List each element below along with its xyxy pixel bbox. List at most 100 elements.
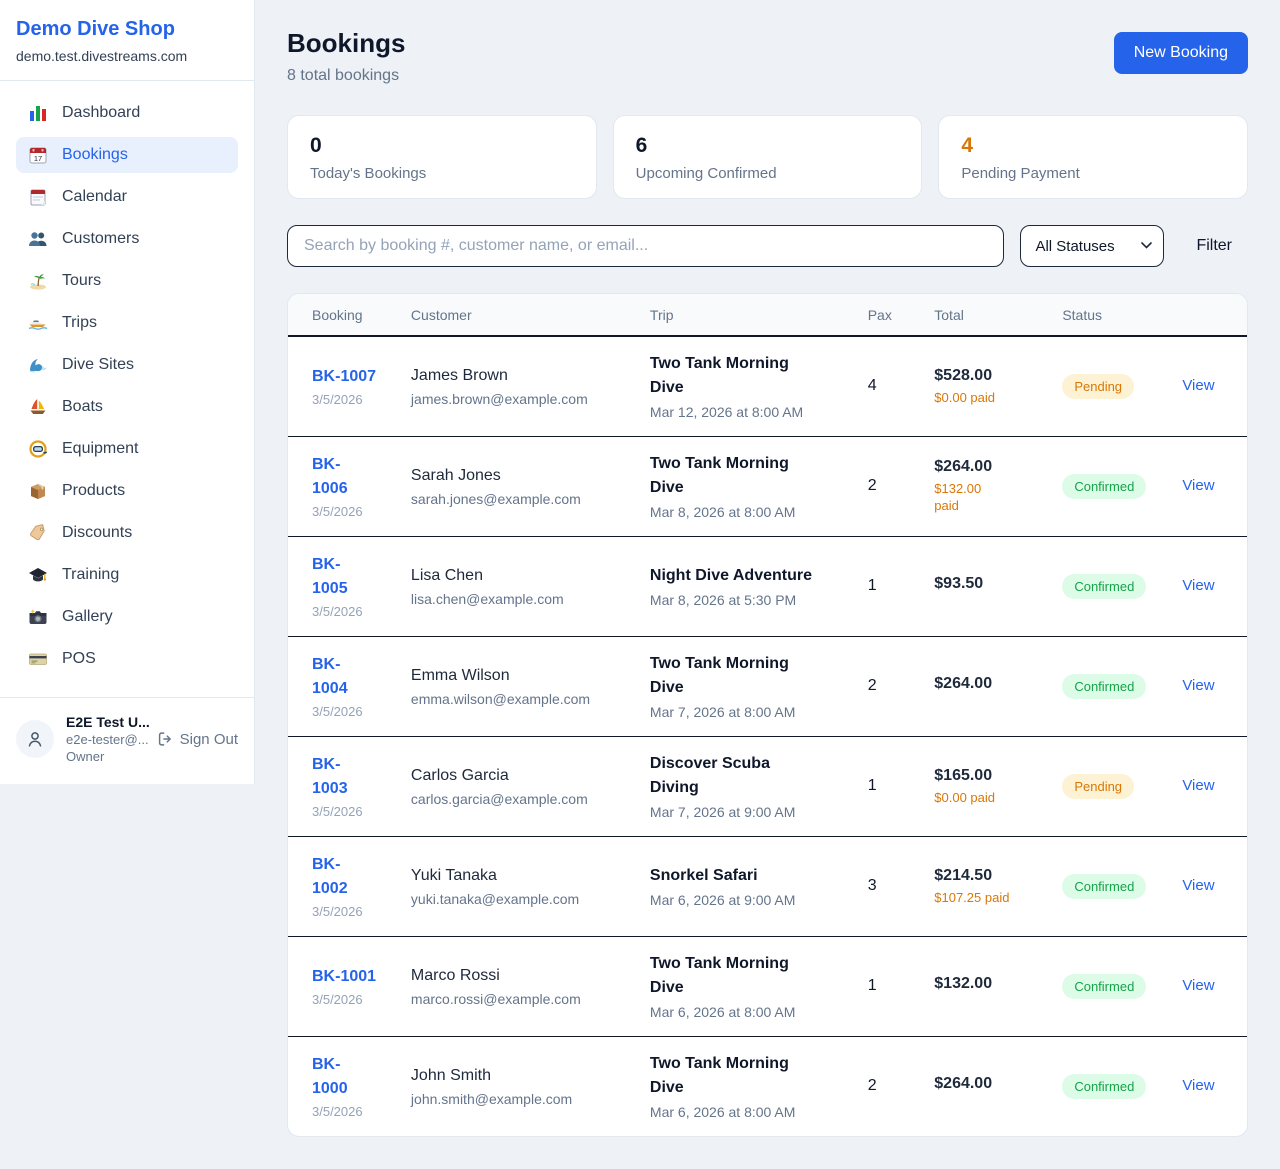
- view-link[interactable]: View: [1182, 1077, 1214, 1094]
- booking-id-link[interactable]: BK- 1005: [312, 553, 387, 601]
- customer-email: marco.rossi@example.com: [411, 991, 626, 1007]
- booking-id-link[interactable]: BK-1007: [312, 365, 387, 389]
- sidebar-item-dive-sites[interactable]: Dive Sites: [16, 347, 238, 383]
- pax-count: 3: [856, 836, 923, 936]
- sidebar-item-dashboard[interactable]: Dashboard: [16, 95, 238, 131]
- sidebar-item-boats[interactable]: Boats: [16, 389, 238, 425]
- credit-card-icon: [28, 649, 48, 669]
- sidebar-item-training[interactable]: Training: [16, 557, 238, 593]
- view-link[interactable]: View: [1182, 777, 1214, 794]
- sign-out-label: Sign Out: [180, 731, 238, 748]
- sign-out-button[interactable]: Sign Out: [156, 730, 238, 748]
- booking-date: 3/5/2026: [312, 904, 387, 919]
- page-title: Bookings: [287, 28, 405, 59]
- booking-id-link[interactable]: BK- 1000: [312, 1053, 387, 1101]
- sidebar-item-discounts[interactable]: Discounts: [16, 515, 238, 551]
- stat-label: Pending Payment: [961, 165, 1225, 182]
- page-header: Bookings 8 total bookings New Booking: [287, 28, 1248, 85]
- sidebar-item-tours[interactable]: Tours: [16, 263, 238, 299]
- customer-email: emma.wilson@example.com: [411, 691, 626, 707]
- status-select[interactable]: All Statuses: [1020, 225, 1164, 267]
- app-root: Demo Dive Shop demo.test.divestreams.com…: [0, 0, 1280, 1169]
- table-row: BK- 10043/5/2026 Emma Wilsonemma.wilson@…: [288, 636, 1247, 736]
- table-row: BK- 10003/5/2026 John Smithjohn.smith@ex…: [288, 1036, 1247, 1136]
- booking-id-link[interactable]: BK- 1003: [312, 753, 387, 801]
- shop-title: Demo Dive Shop: [16, 18, 238, 41]
- sidebar-header: Demo Dive Shop demo.test.divestreams.com: [0, 0, 254, 81]
- trip-name: Night Dive Adventure: [650, 564, 844, 588]
- customer-email: john.smith@example.com: [411, 1091, 626, 1107]
- sidebar-user-footer: E2E Test U... e2e-tester@... Owner Sign …: [0, 697, 254, 784]
- tag-icon: [28, 523, 48, 543]
- view-link[interactable]: View: [1182, 577, 1214, 594]
- trip-name: Two Tank Morning Dive: [650, 952, 844, 1000]
- sidebar-item-calendar[interactable]: Calendar: [16, 179, 238, 215]
- sidebar-item-equipment[interactable]: Equipment: [16, 431, 238, 467]
- sidebar-item-label: Products: [62, 482, 125, 500]
- total-amount: $528.00: [934, 367, 1038, 385]
- page-header-text: Bookings 8 total bookings: [287, 28, 405, 85]
- view-link[interactable]: View: [1182, 477, 1214, 494]
- stat-card-upcoming-confirmed: 6 Upcoming Confirmed: [613, 115, 923, 199]
- table-row: BK- 10063/5/2026 Sarah Jonessarah.jones@…: [288, 436, 1247, 536]
- customers-icon: [28, 229, 48, 249]
- booking-id-link[interactable]: BK-1001: [312, 965, 387, 989]
- view-link[interactable]: View: [1182, 377, 1214, 394]
- table-row: BK-10013/5/2026 Marco Rossimarco.rossi@e…: [288, 936, 1247, 1036]
- speedboat-icon: [28, 313, 48, 333]
- customer-name: Lisa Chen: [411, 565, 626, 587]
- search-input[interactable]: [287, 225, 1004, 267]
- booking-id-link[interactable]: BK- 1004: [312, 653, 387, 701]
- trip-date: Mar 12, 2026 at 8:00 AM: [650, 404, 844, 420]
- booking-id-link[interactable]: BK- 1006: [312, 453, 387, 501]
- sidebar-item-customers[interactable]: Customers: [16, 221, 238, 257]
- sidebar-item-label: Dive Sites: [62, 356, 134, 374]
- col-header-total: Total: [922, 294, 1050, 336]
- sidebar-item-trips[interactable]: Trips: [16, 305, 238, 341]
- package-icon: [28, 481, 48, 501]
- customer-email: james.brown@example.com: [411, 391, 626, 407]
- sidebar-item-products[interactable]: Products: [16, 473, 238, 509]
- total-amount: $132.00: [934, 975, 1038, 993]
- island-icon: [28, 271, 48, 291]
- filter-button[interactable]: Filter: [1180, 237, 1248, 255]
- svg-text:17: 17: [34, 154, 42, 163]
- sidebar-item-gallery[interactable]: Gallery: [16, 599, 238, 635]
- total-amount: $264.00: [934, 458, 1038, 476]
- sidebar-item-label: Boats: [62, 398, 103, 416]
- view-link[interactable]: View: [1182, 677, 1214, 694]
- bookings-table: Booking Customer Trip Pax Total Status B…: [288, 294, 1247, 1136]
- col-header-pax: Pax: [856, 294, 923, 336]
- booking-id-link[interactable]: BK- 1002: [312, 853, 387, 901]
- pax-count: 1: [856, 736, 923, 836]
- filter-row: All Statuses Filter: [287, 225, 1248, 267]
- view-link[interactable]: View: [1182, 877, 1214, 894]
- sidebar-item-label: POS: [62, 650, 96, 668]
- customer-name: Yuki Tanaka: [411, 865, 626, 887]
- trip-date: Mar 6, 2026 at 8:00 AM: [650, 1004, 844, 1020]
- table-row: BK- 10053/5/2026 Lisa Chenlisa.chen@exam…: [288, 536, 1247, 636]
- customer-name: John Smith: [411, 1065, 626, 1087]
- total-amount: $165.00: [934, 767, 1038, 785]
- paid-amount: $107.25 paid: [934, 889, 1038, 906]
- pax-count: 2: [856, 636, 923, 736]
- stat-label: Today's Bookings: [310, 165, 574, 182]
- status-badge: Confirmed: [1062, 1074, 1146, 1099]
- sidebar-item-bookings[interactable]: 17 Bookings: [16, 137, 238, 173]
- person-icon: [25, 729, 45, 749]
- new-booking-button[interactable]: New Booking: [1114, 32, 1248, 74]
- sidebar-item-label: Dashboard: [62, 104, 140, 122]
- trip-name: Two Tank Morning Dive: [650, 352, 844, 400]
- booking-date: 3/5/2026: [312, 804, 387, 819]
- graduation-cap-icon: [28, 565, 48, 585]
- stat-value: 0: [310, 134, 574, 158]
- paid-amount: $132.00 paid: [934, 480, 1038, 514]
- sidebar-item-pos[interactable]: POS: [16, 641, 238, 677]
- status-badge: Pending: [1062, 774, 1134, 799]
- calendar-icon: [28, 187, 48, 207]
- view-link[interactable]: View: [1182, 977, 1214, 994]
- stat-value: 6: [636, 134, 900, 158]
- booking-date: 3/5/2026: [312, 392, 387, 407]
- col-header-booking: Booking: [288, 294, 399, 336]
- trip-name: Two Tank Morning Dive: [650, 652, 844, 700]
